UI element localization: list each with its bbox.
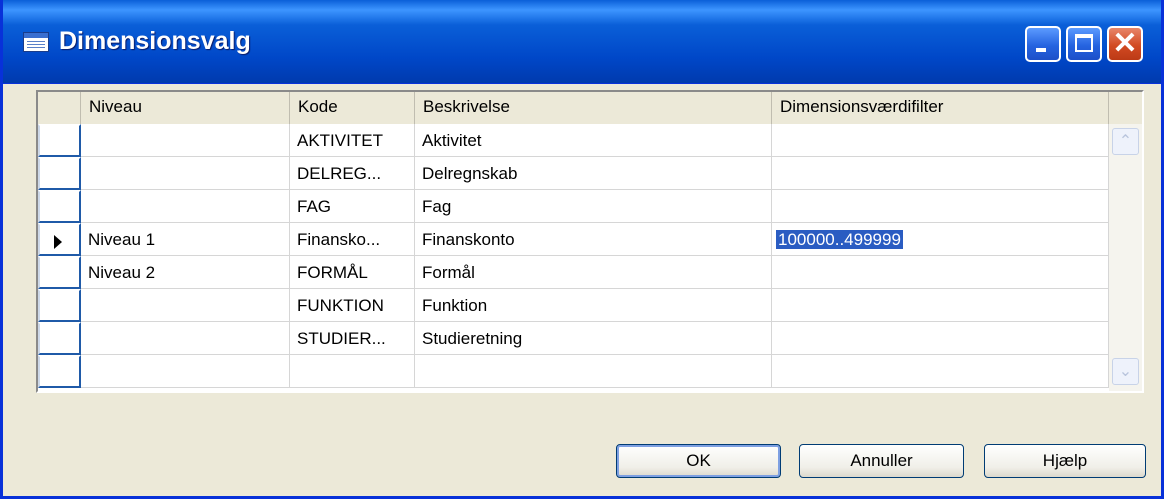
cell-niveau[interactable] [81,190,290,223]
filter-value-selected[interactable]: 100000..499999 [776,230,903,249]
cell-beskrivelse[interactable]: Aktivitet [415,124,772,157]
column-header-filter[interactable]: Dimensionsværdifilter [772,92,1109,124]
cell-kode[interactable]: DELREG... [290,157,415,190]
minimize-icon [1036,48,1046,52]
cell-niveau[interactable] [81,322,290,355]
scroll-up-button[interactable]: ⌃ [1112,128,1139,155]
cell-filter[interactable] [772,256,1109,289]
cell-kode[interactable]: STUDIER... [290,322,415,355]
dimension-table: Niveau Kode Beskrivelse Dimensionsværdif… [36,90,1144,393]
vertical-scrollbar[interactable]: ⌃ ⌄ [1109,124,1142,391]
table-row[interactable]: DELREG... Delregnskab [38,157,1142,190]
cell-filter-editing[interactable]: 100000..499999 ⬆ [772,223,1109,256]
header-selector [38,92,81,124]
cell-filter[interactable] [772,190,1109,223]
window-title: Dimensionsvalg [59,27,251,55]
table-icon [23,32,49,52]
cancel-button[interactable]: Annuller [799,444,964,478]
cell-filter[interactable] [772,322,1109,355]
cell-beskrivelse[interactable]: Studieretning [415,322,772,355]
row-selector[interactable] [38,322,81,355]
table-row[interactable]: FAG Fag [38,190,1142,223]
cell-niveau[interactable]: Niveau 1 [81,223,290,256]
cell-beskrivelse[interactable]: Fag [415,190,772,223]
cell-beskrivelse[interactable]: Delregnskab [415,157,772,190]
maximize-button[interactable] [1066,26,1102,62]
cell-niveau[interactable] [81,289,290,322]
column-header-kode[interactable]: Kode [290,92,415,124]
title-bar[interactable]: Dimensionsvalg ✕ [3,0,1161,84]
table-row[interactable]: STUDIER... Studieretning [38,322,1142,355]
help-button[interactable]: Hjælp [984,444,1146,478]
row-selector[interactable] [38,355,81,388]
cell-filter[interactable] [772,289,1109,322]
cell-niveau[interactable] [81,355,290,388]
cell-beskrivelse[interactable]: Finanskonto [415,223,772,256]
dialog-window: Dimensionsvalg ✕ Niveau Kode Beskrivelse… [0,0,1164,499]
maximize-icon [1075,34,1093,52]
row-selector[interactable] [38,289,81,322]
row-pointer-icon [54,235,62,249]
cell-kode[interactable] [290,355,415,388]
cell-niveau[interactable] [81,157,290,190]
row-selector[interactable] [38,190,81,223]
cell-kode[interactable]: FAG [290,190,415,223]
ok-button[interactable]: OK [616,444,781,478]
cell-niveau[interactable]: Niveau 2 [81,256,290,289]
cell-kode[interactable]: FUNKTION [290,289,415,322]
cell-niveau[interactable] [81,124,290,157]
close-icon: ✕ [1112,27,1138,60]
cell-kode[interactable]: AKTIVITET [290,124,415,157]
cell-beskrivelse[interactable]: Funktion [415,289,772,322]
column-header-beskrivelse[interactable]: Beskrivelse [415,92,772,124]
cell-filter[interactable] [772,355,1109,388]
cell-filter[interactable] [772,157,1109,190]
table-row[interactable]: Niveau 2 FORMÅL Formål [38,256,1142,289]
cell-kode[interactable]: Finansko... [290,223,415,256]
cell-filter[interactable] [772,124,1109,157]
column-header-niveau[interactable]: Niveau [81,92,290,124]
table-row[interactable]: FUNKTION Funktion [38,289,1142,322]
table-row-current[interactable]: Niveau 1 Finansko... Finanskonto 100000.… [38,223,1142,256]
scroll-down-button[interactable]: ⌄ [1112,358,1139,385]
close-button[interactable]: ✕ [1107,26,1143,62]
cell-beskrivelse[interactable]: Formål [415,256,772,289]
cell-kode[interactable]: FORMÅL [290,256,415,289]
table-row-empty[interactable] [38,355,1142,388]
row-selector[interactable] [38,157,81,190]
cell-beskrivelse[interactable] [415,355,772,388]
table-row[interactable]: AKTIVITET Aktivitet [38,124,1142,157]
row-selector[interactable] [38,223,81,256]
table-header: Niveau Kode Beskrivelse Dimensionsværdif… [38,92,1142,124]
row-selector[interactable] [38,256,81,289]
minimize-button[interactable] [1025,26,1061,62]
row-selector[interactable] [38,124,81,157]
